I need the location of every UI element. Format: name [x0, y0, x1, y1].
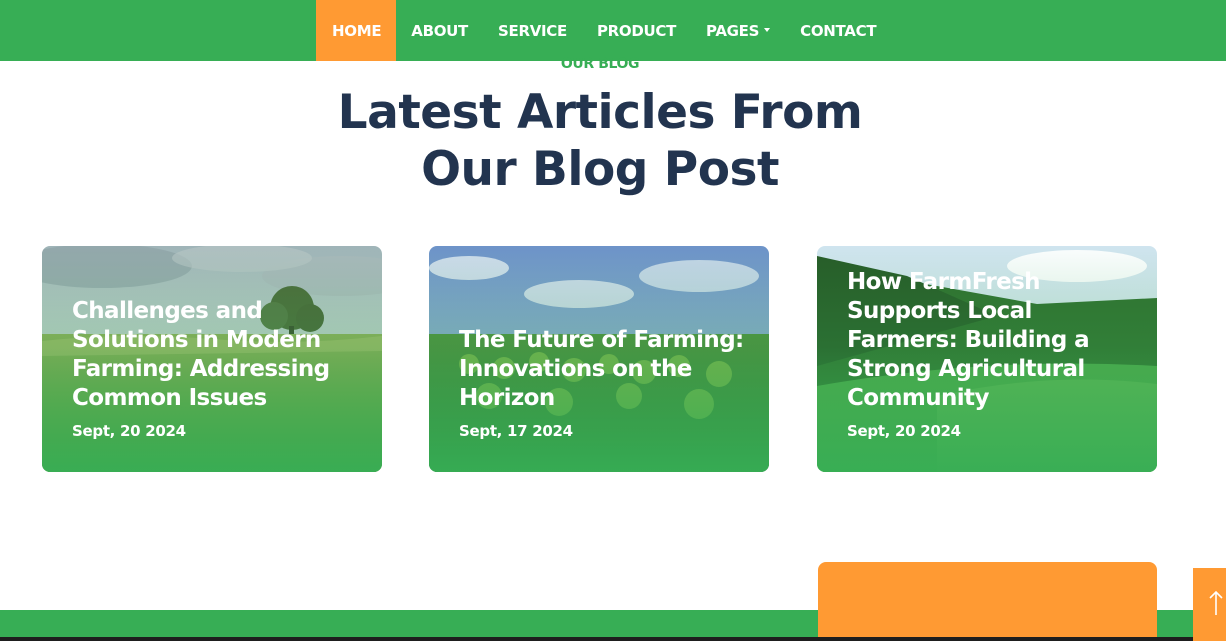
- section-title-line: Latest Articles From: [337, 85, 863, 140]
- blog-card-content: How FarmFresh Supports Local Farmers: Bu…: [847, 268, 1139, 440]
- section-title: Latest Articles From Our Blog Post: [0, 84, 1200, 198]
- blog-card[interactable]: How FarmFresh Supports Local Farmers: Bu…: [817, 246, 1157, 472]
- blog-card-date: Sept, 17 2024: [459, 422, 573, 440]
- blog-card-date: Sept, 20 2024: [847, 422, 961, 440]
- footer-orange-panel: [818, 562, 1157, 641]
- nav-item-label: HOME: [332, 21, 382, 40]
- footer-divider: [0, 637, 1226, 641]
- nav-item-label: SERVICE: [498, 21, 567, 40]
- nav-menu: HOME ABOUT SERVICE PRODUCT PAGES CONTACT: [316, 0, 891, 61]
- back-to-top-button[interactable]: [1193, 568, 1226, 641]
- section-eyebrow: OUR BLOG: [560, 56, 640, 72]
- caret-down-icon: [764, 27, 771, 32]
- nav-item-label: CONTACT: [800, 21, 877, 40]
- nav-item-pages[interactable]: PAGES: [691, 0, 785, 61]
- blog-card[interactable]: Challenges and Solutions in Modern Farmi…: [42, 246, 382, 472]
- blog-card-title[interactable]: How FarmFresh Supports Local Farmers: Bu…: [847, 268, 1139, 413]
- blog-card-content: Challenges and Solutions in Modern Farmi…: [72, 297, 364, 440]
- nav-item-about[interactable]: ABOUT: [396, 0, 483, 61]
- arrow-up-icon: [1209, 590, 1223, 615]
- nav-item-label: PRODUCT: [596, 21, 677, 40]
- nav-item-service[interactable]: SERVICE: [483, 0, 582, 61]
- section-title-line: Our Blog Post: [421, 142, 779, 197]
- blog-card-content: The Future of Farming: Innovations on th…: [459, 326, 751, 440]
- nav-item-label: PAGES: [706, 21, 760, 40]
- blog-card-title[interactable]: The Future of Farming: Innovations on th…: [459, 326, 751, 413]
- nav-item-label: ABOUT: [411, 21, 468, 40]
- nav-item-home[interactable]: HOME: [316, 0, 397, 61]
- nav-item-product[interactable]: PRODUCT: [582, 0, 691, 61]
- blog-card-title[interactable]: Challenges and Solutions in Modern Farmi…: [72, 297, 364, 413]
- blog-card-date: Sept, 20 2024: [72, 422, 186, 440]
- nav-item-contact[interactable]: CONTACT: [785, 0, 891, 61]
- blog-card[interactable]: The Future of Farming: Innovations on th…: [429, 246, 769, 472]
- main-navbar: HOME ABOUT SERVICE PRODUCT PAGES CONTACT: [0, 0, 1226, 61]
